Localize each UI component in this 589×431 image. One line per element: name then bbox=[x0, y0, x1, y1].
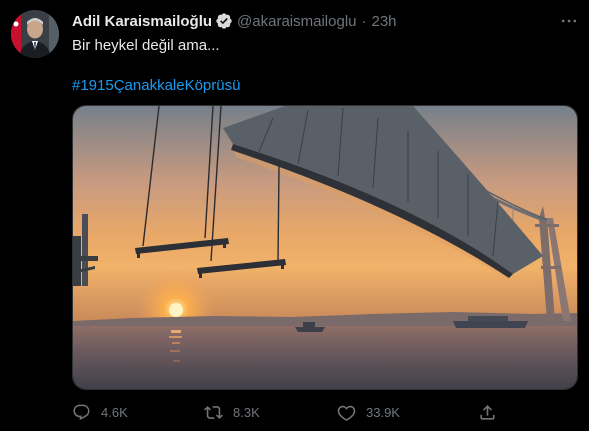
retweet-button[interactable]: 8.3K bbox=[204, 398, 260, 426]
tweet[interactable]: Adil Karaismailoğlu @akaraismailoglu · 2… bbox=[0, 0, 589, 431]
avatar[interactable] bbox=[11, 10, 59, 58]
reply-icon bbox=[73, 404, 90, 420]
more-options-icon[interactable] bbox=[559, 11, 579, 31]
tweet-header: Adil Karaismailoğlu @akaraismailoglu · 2… bbox=[72, 11, 397, 31]
handle[interactable]: @akaraismailoglu bbox=[237, 13, 356, 30]
like-icon bbox=[337, 405, 356, 421]
tweet-photo[interactable] bbox=[72, 105, 578, 390]
bridge-sunset-photo bbox=[73, 106, 577, 389]
reply-count: 4.6K bbox=[101, 404, 128, 420]
share-button[interactable] bbox=[478, 398, 507, 426]
verified-badge-icon bbox=[215, 12, 233, 30]
like-button[interactable]: 33.9K bbox=[337, 398, 400, 426]
avatar-image bbox=[11, 10, 59, 58]
tweet-text: Bir heykel değil ama... bbox=[72, 37, 220, 54]
like-count: 33.9K bbox=[366, 404, 400, 420]
share-icon bbox=[480, 404, 495, 420]
retweet-count: 8.3K bbox=[233, 404, 260, 420]
timestamp[interactable]: 23h bbox=[372, 13, 397, 30]
reply-button[interactable]: 4.6K bbox=[72, 398, 128, 426]
tweet-actions: 4.6K 8.3K 33.9K bbox=[72, 398, 502, 426]
display-name[interactable]: Adil Karaismailoğlu bbox=[72, 13, 212, 30]
separator-dot: · bbox=[361, 12, 367, 30]
hashtag-link[interactable]: #1915ÇanakkaleKöprüsü bbox=[72, 76, 240, 96]
retweet-icon bbox=[204, 405, 223, 419]
